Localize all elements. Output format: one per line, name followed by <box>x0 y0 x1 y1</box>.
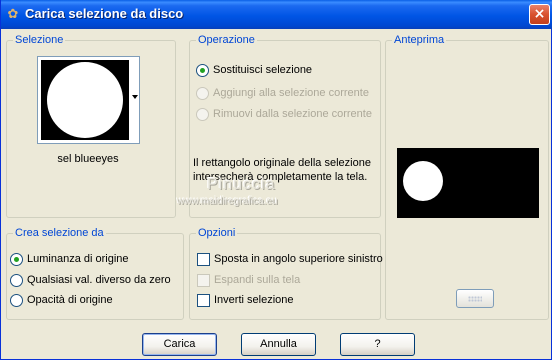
checkbox-move-top-left[interactable]: Sposta in angolo superiore sinistro <box>197 251 383 267</box>
app-icon: ✿ <box>7 6 19 21</box>
radio-button-icon[interactable] <box>10 293 23 307</box>
preview-options-button[interactable] <box>456 289 494 308</box>
preview-circle <box>403 161 443 201</box>
checkbox-expand-canvas: Espandi sulla tela <box>197 272 300 288</box>
radio-source-opacity[interactable]: Opacità di origine <box>10 292 113 308</box>
close-button[interactable]: × <box>529 4 550 25</box>
radio-add-selection: Aggiungi alla selezione corrente <box>196 85 369 101</box>
close-icon: × <box>533 6 546 22</box>
operation-group-label: Operazione <box>196 34 257 46</box>
preview-image <box>397 148 539 218</box>
radio-button-icon <box>196 86 209 100</box>
checkbox-invert-selection[interactable]: Inverti selezione <box>197 292 294 308</box>
selection-thumbnail <box>41 60 129 140</box>
radio-remove-selection: Rimuovi dalla selezione corrente <box>196 106 372 122</box>
radio-button-icon <box>196 107 209 121</box>
dots-icon <box>468 296 482 302</box>
title-bar[interactable]: ✿ Carica selezione da disco × <box>1 0 552 29</box>
checkbox-icon <box>197 273 210 287</box>
preview-group-label: Anteprima <box>392 34 447 46</box>
selection-name: sel blueeyes <box>57 153 119 165</box>
load-button[interactable]: Carica <box>142 333 217 356</box>
radio-button-icon[interactable] <box>10 273 23 287</box>
window-title: Carica selezione da disco <box>25 6 184 21</box>
selection-picker[interactable] <box>37 56 140 144</box>
options-group-label: Opzioni <box>196 227 238 239</box>
selection-group-label: Selezione <box>13 34 66 46</box>
radio-source-luminance[interactable]: Luminanza di origine <box>10 251 129 267</box>
dialog-window: ✿ Carica selezione da disco × Selezione … <box>0 0 552 360</box>
dropdown-arrow-icon[interactable] <box>132 95 138 99</box>
checkbox-icon[interactable] <box>197 252 210 266</box>
watermark: Pinuccia www.maidiregrafica.eu <box>177 176 327 212</box>
radio-button-icon[interactable] <box>10 252 23 266</box>
cancel-button[interactable]: Annulla <box>241 333 316 356</box>
checkbox-icon[interactable] <box>197 293 210 307</box>
radio-replace-selection[interactable]: Sostituisci selezione <box>196 62 312 78</box>
watermark-url: www.maidiregrafica.eu <box>177 196 278 207</box>
create-selection-group-label: Crea selezione da <box>13 227 106 239</box>
watermark-name: Pinuccia <box>207 176 276 193</box>
help-button[interactable]: ? <box>340 333 415 356</box>
selection-thumbnail-circle <box>47 62 123 138</box>
radio-any-nonzero[interactable]: Qualsiasi val. diverso da zero <box>10 272 171 288</box>
radio-button-icon[interactable] <box>196 63 209 77</box>
